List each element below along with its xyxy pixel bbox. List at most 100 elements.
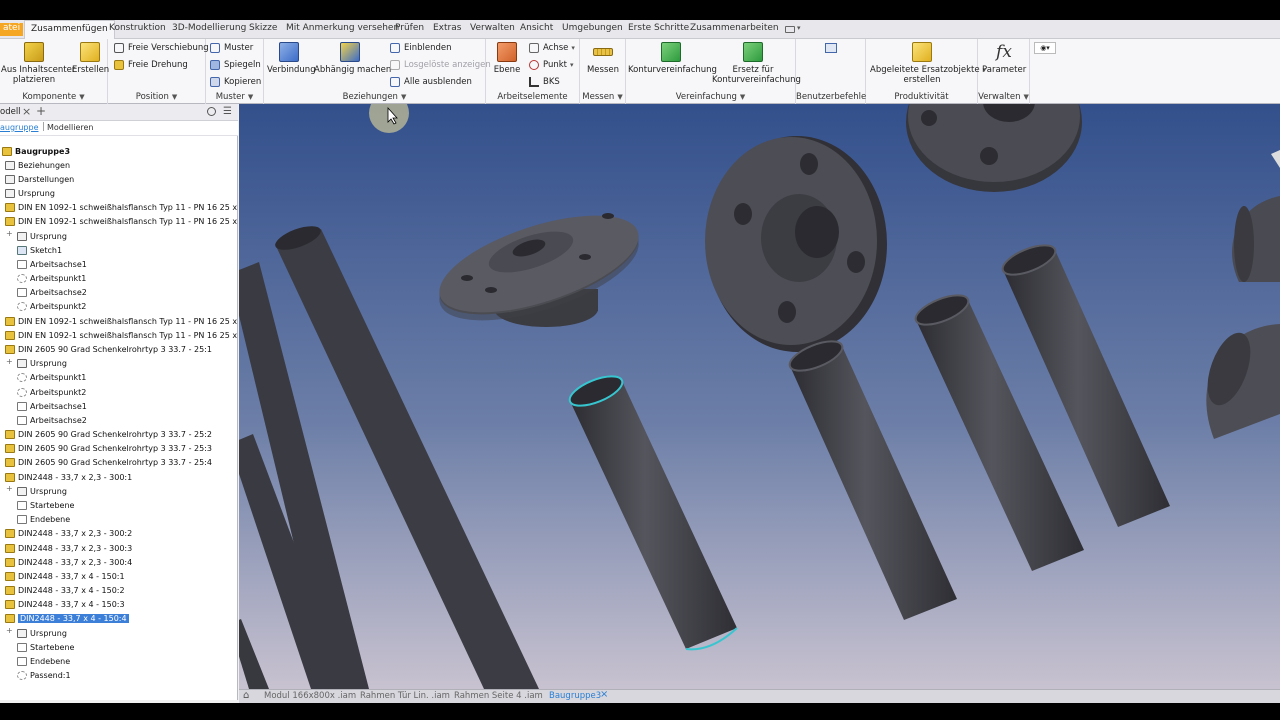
tab-erste-schritte[interactable]: Erste Schritte bbox=[628, 23, 689, 33]
close-doc-icon[interactable]: × bbox=[600, 689, 608, 700]
tree-node[interactable]: DIN 2605 90 Grad Schenkelrohrtyp 3 33.7 … bbox=[5, 457, 212, 469]
tree-node[interactable]: Endebene bbox=[17, 514, 70, 526]
place-content-center-button[interactable]: Aus Inhaltscenter platzieren bbox=[1, 42, 75, 85]
tree-node[interactable]: DIN EN 1092-1 schweißhalsflansch Typ 11 … bbox=[5, 315, 265, 327]
tree-node[interactable]: DIN2448 - 33,7 x 2,3 - 300:1 bbox=[5, 471, 132, 483]
expand-icon[interactable]: + bbox=[6, 229, 13, 238]
position-panel-title[interactable]: Position ▼ bbox=[108, 92, 205, 102]
tree-node[interactable]: Ursprung bbox=[5, 188, 55, 200]
free-move-button[interactable]: Freie Verschiebung bbox=[114, 41, 209, 55]
tree-node[interactable]: DIN 2605 90 Grad Schenkelrohrtyp 3 33.7 … bbox=[5, 443, 212, 455]
tab-datei[interactable]: atei bbox=[0, 23, 24, 36]
ribbon-options-dropdown-icon[interactable]: ◉▾ bbox=[1034, 42, 1056, 54]
tab-verwalten[interactable]: Verwalten bbox=[470, 23, 515, 33]
tree-node[interactable]: DIN 2605 90 Grad Schenkelrohrtyp 3 33.7 … bbox=[5, 344, 212, 356]
doc-tab-rahmen-seite[interactable]: Rahmen Seite 4 .iam bbox=[454, 691, 543, 701]
tree-node[interactable]: DIN2448 - 33,7 x 4 - 150:2 bbox=[5, 585, 125, 597]
show-sick-button[interactable]: Losgelöste anzeigen bbox=[390, 58, 491, 72]
ucs-button[interactable]: BKS bbox=[529, 75, 560, 89]
tree-node[interactable]: Ursprung bbox=[17, 485, 67, 497]
expand-icon[interactable]: + bbox=[6, 626, 13, 635]
tree-node[interactable]: DIN 2605 90 Grad Schenkelrohrtyp 3 33.7 … bbox=[5, 429, 212, 441]
tree-node[interactable]: Arbeitspunkt2 bbox=[17, 301, 86, 313]
tree-node[interactable]: Startebene bbox=[17, 500, 74, 512]
menu-icon[interactable]: ☰ bbox=[223, 106, 232, 117]
constrain-button[interactable]: Abhängig machen bbox=[314, 42, 391, 75]
beziehungen-panel-title[interactable]: Beziehungen ▼ bbox=[264, 92, 485, 102]
tab-zusammenfuegen[interactable]: Zusammenfügen bbox=[24, 20, 115, 39]
tab-extras[interactable]: Extras bbox=[433, 23, 461, 33]
doc-tab-rahmen-tuer[interactable]: Rahmen Tür Lin. .iam bbox=[360, 691, 450, 701]
graphics-viewport[interactable] bbox=[239, 104, 1280, 689]
tree-node[interactable]: DIN2448 - 33,7 x 2,3 - 300:4 bbox=[5, 556, 132, 568]
ribbon-display-dropdown-icon[interactable]: ▾ bbox=[797, 24, 801, 32]
measure-button[interactable]: Messen bbox=[583, 42, 623, 75]
browser-tab-model[interactable]: odell bbox=[0, 107, 21, 117]
show-button[interactable]: Einblenden bbox=[390, 41, 452, 55]
view-baugruppe[interactable]: augruppe bbox=[0, 123, 39, 132]
tab-mit-anmerkung[interactable]: Mit Anmerkung versehen bbox=[286, 23, 399, 33]
tab-skizze[interactable]: Skizze bbox=[249, 23, 277, 33]
viewport-canvas[interactable] bbox=[239, 104, 1280, 689]
tree-node[interactable]: DIN2448 - 33,7 x 2,3 - 300:2 bbox=[5, 528, 132, 540]
komponente-panel-title[interactable]: Komponente ▼ bbox=[0, 92, 107, 102]
free-rotate-button[interactable]: Freie Drehung bbox=[114, 58, 188, 72]
muster-panel-title[interactable]: Muster ▼ bbox=[206, 92, 263, 102]
create-component-button[interactable]: Erstellen bbox=[72, 42, 109, 75]
axis-button[interactable]: Achse ▾ bbox=[529, 41, 575, 55]
home-icon[interactable]: ⌂ bbox=[243, 690, 249, 701]
tree-node[interactable]: Arbeitspunkt2 bbox=[17, 386, 86, 398]
view-modellieren[interactable]: Modellieren bbox=[47, 123, 94, 132]
copy-button[interactable]: Kopieren bbox=[210, 75, 261, 89]
tree-node[interactable]: Arbeitspunkt1 bbox=[17, 273, 86, 285]
search-icon[interactable] bbox=[207, 107, 216, 116]
close-icon[interactable]: × bbox=[22, 105, 31, 118]
tree-node[interactable]: Ursprung bbox=[17, 358, 67, 370]
tree-node[interactable]: Arbeitsachse2 bbox=[17, 287, 87, 299]
tree-node[interactable]: DIN2448 - 33,7 x 4 - 150:1 bbox=[5, 570, 125, 582]
add-tab-icon[interactable]: + bbox=[36, 104, 46, 118]
tree-node[interactable]: Ursprung bbox=[17, 627, 67, 639]
tree-node[interactable]: Startebene bbox=[17, 641, 74, 653]
doc-tab-baugruppe3[interactable]: Baugruppe3 bbox=[549, 691, 601, 701]
tree-node[interactable]: DIN2448 - 33,7 x 2,3 - 300:3 bbox=[5, 542, 132, 554]
tree-node[interactable]: Arbeitsachse2 bbox=[17, 414, 87, 426]
hide-all-button[interactable]: Alle ausblenden bbox=[390, 75, 472, 89]
verwalten-panel-title[interactable]: Verwalten ▼ bbox=[978, 92, 1029, 102]
tree-node[interactable]: DIN2448 - 33,7 x 4 - 150:4 bbox=[5, 613, 129, 625]
messen-panel-title[interactable]: Messen ▼ bbox=[580, 92, 625, 102]
expand-icon[interactable]: + bbox=[6, 484, 13, 493]
tree-node[interactable]: DIN EN 1092-1 schweißhalsflansch Typ 11 … bbox=[5, 329, 265, 341]
derived-substitutes-button[interactable]: Abgeleitete Ersatzobjekte ▾ erstellen bbox=[870, 42, 986, 85]
tab-zusammenarbeiten[interactable]: Zusammenarbeiten bbox=[690, 23, 779, 33]
tree-node[interactable]: Darstellungen bbox=[5, 173, 74, 185]
doc-tab-modul[interactable]: Modul 166x800x .iam bbox=[264, 691, 356, 701]
tab-3d-modellierung[interactable]: 3D-Modellierung bbox=[172, 23, 246, 33]
tree-node[interactable]: Arbeitspunkt1 bbox=[17, 372, 86, 384]
tree-node[interactable]: DIN EN 1092-1 schweißhalsflansch Typ 11 … bbox=[5, 216, 265, 228]
ribbon-display-options-icon[interactable] bbox=[785, 26, 795, 33]
plane-button[interactable]: Ebene bbox=[491, 42, 523, 75]
shrinkwrap-button[interactable]: Konturvereinfachung bbox=[628, 42, 717, 75]
joint-button[interactable]: Verbindung bbox=[267, 42, 316, 75]
user-commands-icon[interactable] bbox=[825, 43, 837, 53]
vereinfachung-panel-title[interactable]: Vereinfachung ▼ bbox=[626, 92, 795, 102]
tree-node[interactable]: DIN2448 - 33,7 x 4 - 150:3 bbox=[5, 599, 125, 611]
tree-node[interactable]: Sketch1 bbox=[17, 244, 62, 256]
parameters-button[interactable]: fx Parameter bbox=[982, 42, 1026, 75]
tab-umgebungen[interactable]: Umgebungen bbox=[562, 23, 623, 33]
tree-node[interactable]: Arbeitsachse1 bbox=[17, 400, 87, 412]
tree-node[interactable]: Passend:1 bbox=[17, 670, 71, 682]
shrinkwrap-substitute-button[interactable]: Ersetz für Konturvereinfachung bbox=[712, 42, 801, 85]
pattern-button[interactable]: Muster bbox=[210, 41, 253, 55]
tree-node[interactable]: Beziehungen bbox=[5, 159, 70, 171]
tree-root-node[interactable]: Baugruppe3 bbox=[2, 145, 70, 157]
tab-pruefen[interactable]: Prüfen bbox=[395, 23, 424, 33]
tab-konstruktion[interactable]: Konstruktion bbox=[109, 23, 166, 33]
mirror-button[interactable]: Spiegeln bbox=[210, 58, 261, 72]
expand-icon[interactable]: + bbox=[6, 357, 13, 366]
tree-node[interactable]: Arbeitsachse1 bbox=[17, 258, 87, 270]
tree-node[interactable]: Ursprung bbox=[17, 230, 67, 242]
tab-ansicht[interactable]: Ansicht bbox=[520, 23, 553, 33]
tree-node[interactable]: Endebene bbox=[17, 655, 70, 667]
